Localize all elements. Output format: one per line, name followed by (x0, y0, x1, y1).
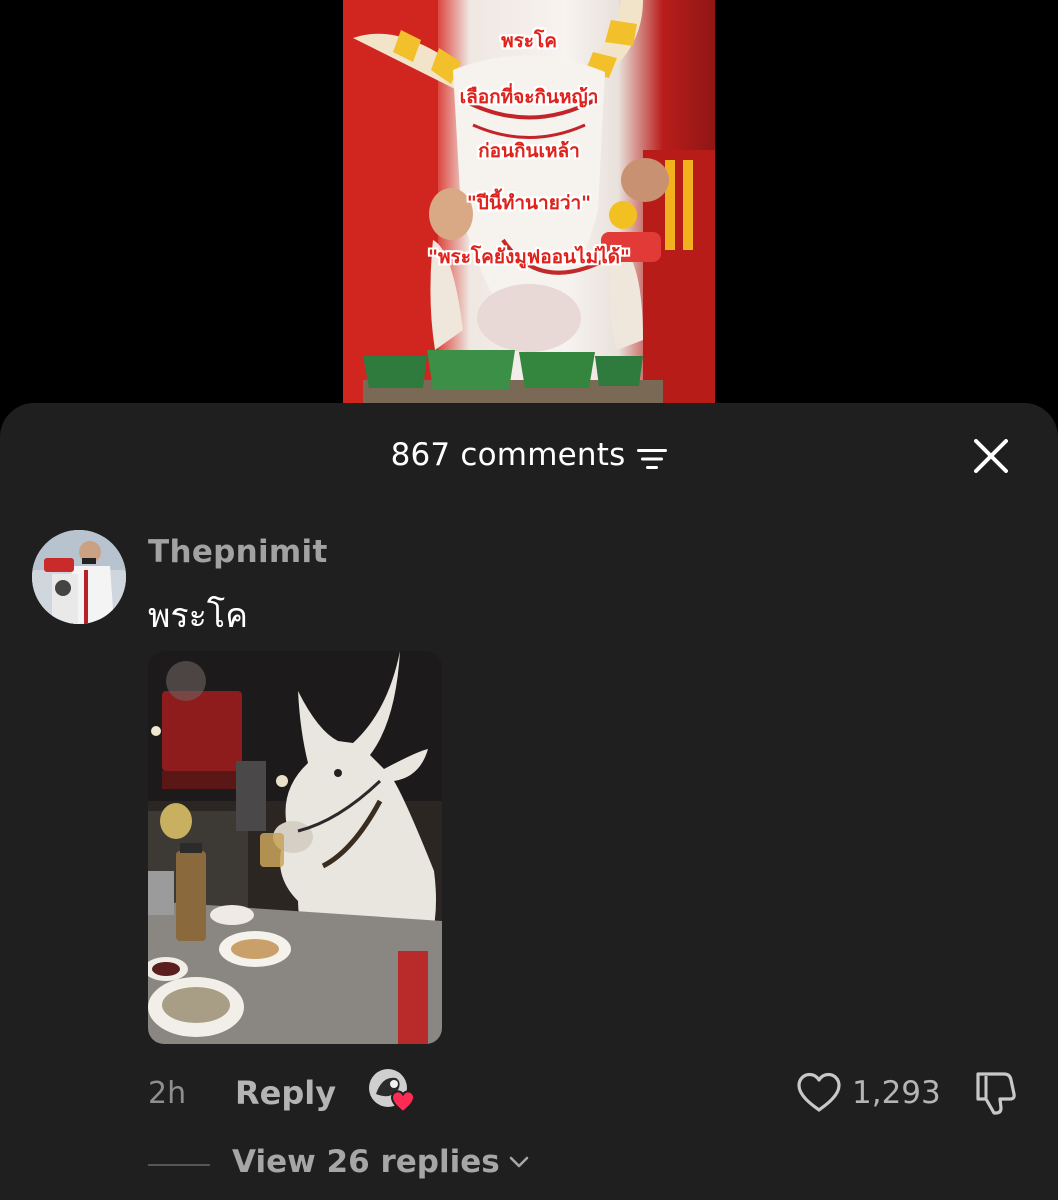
video-caption-line-3: ก่อนกินเหล้า (478, 140, 580, 162)
video-player[interactable]: พระโค เลือกที่จะกินหญ้า ก่อนกินเหล้า "ปี… (343, 0, 715, 404)
replies-divider (148, 1164, 210, 1166)
sort-lines-icon[interactable] (637, 443, 668, 469)
comment-attached-image[interactable] (148, 651, 442, 1044)
thumbs-down-icon[interactable] (970, 1068, 1020, 1116)
reply-button[interactable]: Reply (235, 1074, 336, 1112)
comments-sheet: 867 comments Thepnimit พระโค 2h Reply 1,… (0, 403, 1058, 1200)
view-replies-label: View 26 replies (232, 1144, 500, 1180)
like-count: 1,293 (852, 1075, 941, 1111)
chevron-down-icon (509, 1156, 529, 1168)
video-caption-line-4: "ปีนี้ทำนายว่า" (466, 192, 592, 214)
video-caption-line-2: เลือกที่จะกินหญ้า (459, 86, 599, 108)
view-replies-row: View 26 replies (32, 1140, 1022, 1184)
comment-username[interactable]: Thepnimit (148, 534, 328, 570)
video-caption-line-5: "พระโคยังมูฟออนไม่ได้" (428, 246, 630, 268)
video-caption-line-1: พระโค (501, 30, 557, 52)
comment-action-row: 2h Reply 1,293 (32, 1068, 1022, 1118)
comment-count-label: 867 comments (390, 437, 626, 473)
comment-timestamp: 2h (148, 1076, 187, 1111)
avatar[interactable] (32, 530, 126, 624)
comment-text: พระโค (148, 596, 248, 636)
creator-liked-badge (368, 1068, 416, 1114)
view-replies-button[interactable]: View 26 replies (232, 1144, 530, 1180)
close-comments-button[interactable] (968, 433, 1014, 479)
comments-header: 867 comments (0, 403, 1058, 507)
heart-outline-icon[interactable] (796, 1071, 842, 1113)
comment-count-title: 867 comments (0, 437, 1058, 473)
close-x-icon (974, 439, 1008, 473)
